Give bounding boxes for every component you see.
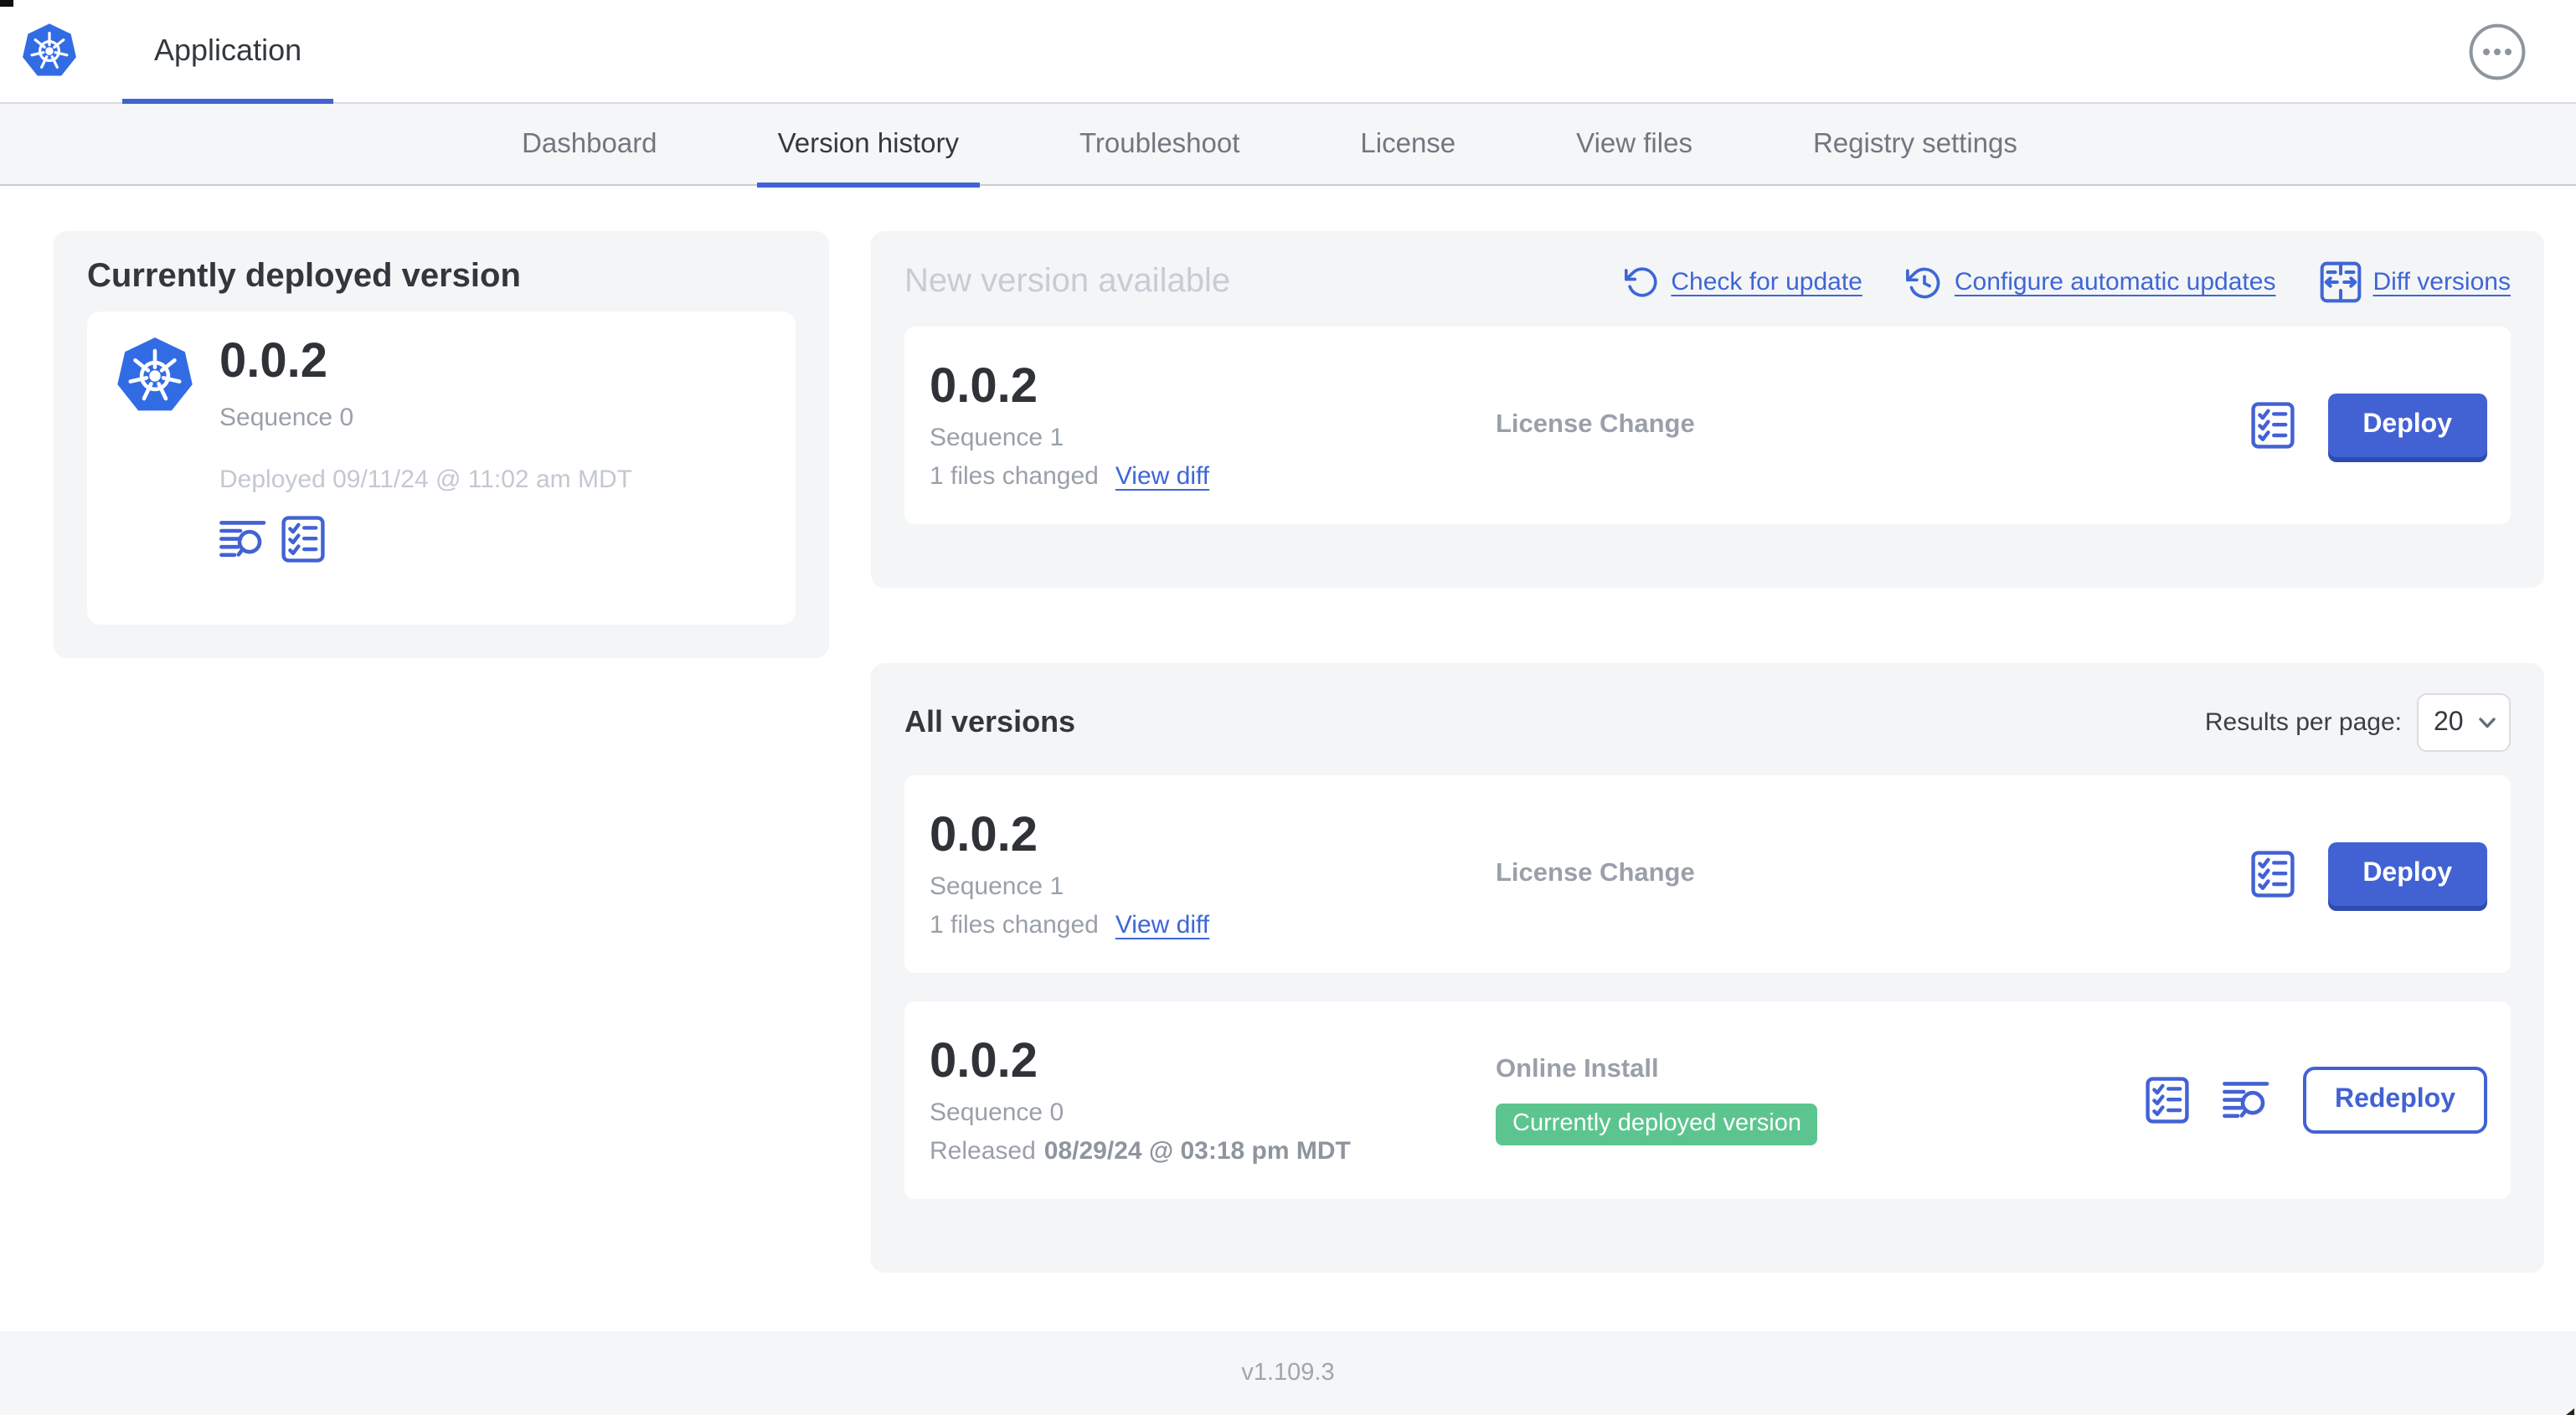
scheduled-update-icon: [1905, 266, 1940, 298]
kubernetes-logo-icon: [20, 22, 79, 80]
row-version-number: 0.0.2: [930, 809, 1038, 862]
version-row-sequence-0: 0.0.2 Sequence 0 Released 08/29/24 @ 03:1…: [904, 1001, 2511, 1199]
app-tab-active-indicator: [122, 98, 334, 103]
row-sequence: Sequence 1: [930, 872, 1064, 901]
view-diff-link[interactable]: View diff: [1115, 911, 1209, 939]
configure-automatic-updates-label: Configure automatic updates: [1954, 268, 2276, 296]
app-tab[interactable]: Application: [122, 0, 334, 103]
tab-label: Registry settings: [1812, 129, 2017, 159]
row-version-number: 0.0.2: [930, 1035, 1038, 1088]
view-deploy-logs-icon[interactable]: [2223, 1079, 2269, 1121]
row-sequence: Sequence 0: [930, 1099, 1064, 1127]
current-version-title: Currently deployed version: [87, 258, 521, 295]
released-label: Released: [930, 1137, 1036, 1165]
tab-license[interactable]: License: [1340, 104, 1476, 186]
preflight-checks-icon[interactable]: [2250, 402, 2294, 449]
console-version: v1.109.3: [1241, 1360, 1335, 1387]
main-nav: Dashboard Version history Troubleshoot L…: [0, 104, 2576, 188]
row-version-number: 0.0.2: [930, 360, 1038, 414]
app-tab-label: Application: [154, 33, 302, 67]
released-date: 08/29/24 @ 03:18 pm MDT: [1043, 1137, 1351, 1165]
current-version-card: Currently deployed version 0.0.2 Sequenc…: [54, 231, 829, 658]
released-timestamp: Released 08/29/24 @ 03:18 pm MDT: [930, 1137, 1496, 1165]
version-source: License Change: [1496, 859, 1695, 888]
redeploy-button[interactable]: Redeploy: [2302, 1067, 2487, 1134]
files-changed-label: 1 files changed: [930, 911, 1099, 939]
tab-dashboard[interactable]: Dashboard: [502, 104, 677, 186]
new-version-row: 0.0.2 Sequence 1 1 files changed View di…: [904, 327, 2511, 524]
diff-icon: [2319, 261, 2361, 303]
current-version-number: 0.0.2: [219, 335, 327, 388]
all-versions-card: All versions Results per page: 20 0.0.2 …: [871, 663, 2544, 1273]
app-header: Application: [0, 0, 2576, 104]
view-diff-link[interactable]: View diff: [1115, 462, 1209, 491]
tab-version-history[interactable]: Version history: [757, 104, 979, 188]
tab-label: Troubleshoot: [1079, 129, 1240, 159]
tab-label: View files: [1576, 129, 1692, 159]
version-source: Online Install: [1496, 1055, 1659, 1083]
tab-label: Version history: [777, 129, 959, 159]
version-row-sequence-1: 0.0.2 Sequence 1 1 files changed View di…: [904, 775, 2511, 973]
ellipsis-icon: [2469, 23, 2526, 80]
update-actions: Check for update Configure automatic upd…: [1624, 261, 2511, 303]
results-per-page-label: Results per page:: [2204, 708, 2402, 737]
active-tab-indicator: [757, 183, 979, 188]
overflow-menu-button[interactable]: [2469, 23, 2526, 80]
kubernetes-app-icon: [114, 335, 196, 601]
screenshot-corner-artifact: [0, 0, 13, 7]
preflight-checks-icon[interactable]: [2146, 1077, 2189, 1124]
diff-versions-link[interactable]: Diff versions: [2319, 261, 2511, 303]
deploy-button[interactable]: Deploy: [2327, 394, 2487, 457]
check-for-update-link[interactable]: Check for update: [1624, 265, 1862, 300]
tab-label: License: [1360, 129, 1456, 159]
configure-automatic-updates-link[interactable]: Configure automatic updates: [1905, 264, 2276, 301]
new-version-title: New version available: [904, 263, 1231, 300]
tab-troubleshoot[interactable]: Troubleshoot: [1059, 104, 1260, 186]
preflight-checks-icon[interactable]: [281, 516, 325, 563]
all-versions-title: All versions: [904, 705, 1076, 738]
view-deploy-logs-icon[interactable]: [219, 518, 266, 560]
current-version-detail: 0.0.2 Sequence 0 Deployed 09/11/24 @ 11:…: [87, 311, 796, 625]
tab-label: Dashboard: [522, 129, 657, 159]
currently-deployed-badge: Currently deployed version: [1496, 1104, 1818, 1145]
chevron-down-icon: [2479, 718, 2496, 728]
results-per-page-select[interactable]: 20: [2417, 693, 2511, 752]
refresh-icon: [1624, 267, 1656, 297]
version-source: License Change: [1496, 410, 1695, 439]
page-footer: v1.109.3: [0, 1331, 2576, 1415]
kots-admin-console: Application Dashboard Version history Tr…: [0, 0, 2576, 1415]
current-sequence: Sequence 0: [219, 404, 354, 432]
deployed-timestamp: Deployed 09/11/24 @ 11:02 am MDT: [219, 466, 632, 494]
tab-view-files[interactable]: View files: [1556, 104, 1713, 186]
diff-versions-label: Diff versions: [2372, 268, 2511, 296]
results-per-page-value: 20: [2434, 708, 2464, 736]
check-for-update-label: Check for update: [1671, 268, 1862, 296]
deploy-button[interactable]: Deploy: [2327, 842, 2487, 906]
tab-registry-settings[interactable]: Registry settings: [1793, 104, 2038, 186]
new-version-card: New version available Check for update C…: [871, 231, 2544, 588]
row-sequence: Sequence 1: [930, 424, 1064, 452]
preflight-checks-icon[interactable]: [2250, 851, 2294, 898]
files-changed-label: 1 files changed: [930, 462, 1099, 491]
